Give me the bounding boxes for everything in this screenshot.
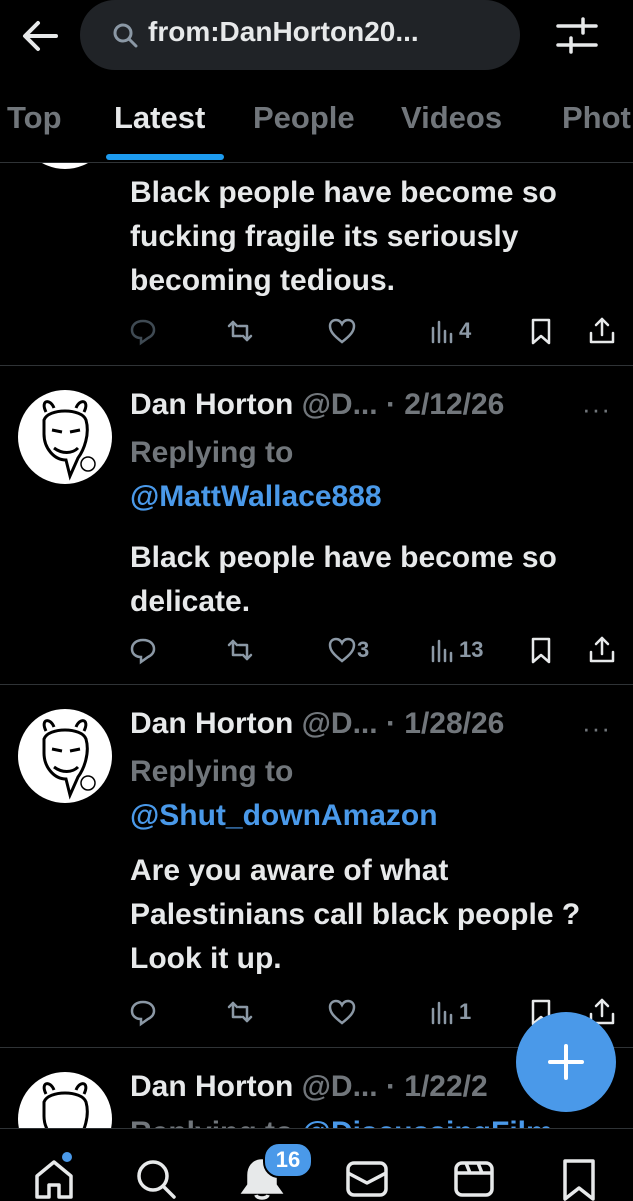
replying-to-handle[interactable]: @Shut_downAmazon	[130, 799, 438, 833]
bottom-nav	[0, 1128, 633, 1201]
likes-count: 3	[357, 637, 370, 662]
caricature-image	[42, 1082, 89, 1128]
replying-to-prefix: Replying to	[130, 1116, 293, 1128]
views-count: 4	[459, 318, 472, 343]
more-options-icon[interactable]: ···	[582, 713, 611, 744]
tweet-text: Black people have become so fucking frag…	[130, 176, 557, 297]
author-handle[interactable]: @D...	[302, 388, 378, 421]
home-icon[interactable]	[32, 1157, 76, 1201]
bookmark-icon[interactable]	[526, 635, 556, 665]
arrow-left-icon[interactable]	[18, 14, 62, 58]
notification-badge: 16	[263, 1142, 313, 1178]
tab-people[interactable]: People	[253, 100, 355, 136]
plus-icon	[548, 1044, 584, 1080]
messages-icon[interactable]	[345, 1157, 389, 1201]
share-icon[interactable]	[587, 635, 617, 665]
share-icon[interactable]	[587, 316, 617, 346]
retweet-icon[interactable]	[225, 997, 255, 1027]
tweet-date[interactable]: · 1/28/26	[386, 707, 504, 740]
views-count: 1	[459, 999, 472, 1024]
caricature-image	[42, 400, 96, 481]
tweet-text: Black people have become so delicate.	[130, 541, 557, 618]
sliders-icon[interactable]	[555, 14, 599, 58]
retweet-icon[interactable]	[225, 635, 255, 665]
search-query[interactable]: from:DanHorton20...	[148, 16, 419, 48]
search-icon	[113, 23, 138, 48]
reply-icon[interactable]	[128, 635, 158, 665]
bookmarks-icon[interactable]	[557, 1157, 601, 1201]
avatar[interactable]	[18, 163, 112, 169]
views-count: 13	[459, 637, 484, 662]
author-name[interactable]: Dan Horton	[130, 1070, 293, 1103]
views-icon[interactable]	[428, 635, 458, 665]
views-icon[interactable]	[428, 997, 458, 1027]
replying-to-label: Replying to @DiscussingFilm	[130, 1116, 553, 1128]
tab-photos[interactable]: Phot	[562, 100, 631, 136]
author-handle[interactable]: @D...	[302, 707, 378, 740]
reply-icon[interactable]	[128, 997, 158, 1027]
tweet-text: Are you aware of what Palestinians call …	[130, 854, 581, 975]
tweet-header: Dan Horton @D... · 2/12/26	[130, 388, 504, 422]
replying-to-label: Replying to	[130, 755, 294, 788]
heart-icon[interactable]	[327, 997, 357, 1027]
heart-icon[interactable]	[327, 635, 357, 665]
author-name[interactable]: Dan Horton	[130, 388, 293, 421]
tweet-header: Dan Horton @D... · 1/28/26	[130, 707, 504, 741]
tab-videos[interactable]: Videos	[401, 100, 502, 136]
explore-icon[interactable]	[134, 1157, 178, 1201]
replying-to-handle[interactable]: @MattWallace888	[130, 480, 382, 514]
active-tab-indicator	[106, 154, 224, 160]
reply-icon[interactable]	[128, 316, 158, 346]
replying-to-label: Replying to	[130, 436, 294, 469]
avatar[interactable]	[18, 390, 112, 484]
tweet[interactable]: Dan Horton @D... · 1/28/26 ··· Replying …	[0, 685, 633, 1048]
tweet-header: Dan Horton @D... · 1/22/2	[130, 1070, 488, 1104]
tweet-date[interactable]: · 2/12/26	[386, 388, 504, 421]
caricature-image	[42, 719, 96, 800]
bookmark-icon[interactable]	[526, 316, 556, 346]
views-icon[interactable]	[428, 316, 458, 346]
compose-button[interactable]	[516, 1012, 616, 1112]
heart-icon[interactable]	[327, 316, 357, 346]
communities-icon[interactable]	[452, 1157, 496, 1201]
replying-to-handle[interactable]: @DiscussingFilm	[302, 1116, 553, 1128]
avatar[interactable]	[18, 1072, 112, 1128]
author-name[interactable]: Dan Horton	[130, 707, 293, 740]
retweet-icon[interactable]	[225, 316, 255, 346]
tweet[interactable]: Dan Horton @D... · 2/12/26 ··· Replying …	[0, 366, 633, 685]
more-options-icon[interactable]: ···	[582, 394, 611, 425]
search-bar[interactable]: from:DanHorton20...	[80, 0, 520, 70]
author-handle[interactable]: @D...	[302, 1070, 378, 1103]
tab-latest[interactable]: Latest	[114, 100, 205, 136]
tweet-date[interactable]: · 1/22/2	[386, 1070, 488, 1103]
avatar[interactable]	[18, 709, 112, 803]
tweet[interactable]: Black people have become so fucking frag…	[0, 163, 633, 366]
home-unread-dot	[62, 1152, 72, 1162]
top-bar: from:DanHorton20...	[0, 0, 633, 98]
tab-top[interactable]: Top	[7, 100, 62, 136]
search-tabs: Top Latest People Videos Phot	[0, 98, 633, 163]
